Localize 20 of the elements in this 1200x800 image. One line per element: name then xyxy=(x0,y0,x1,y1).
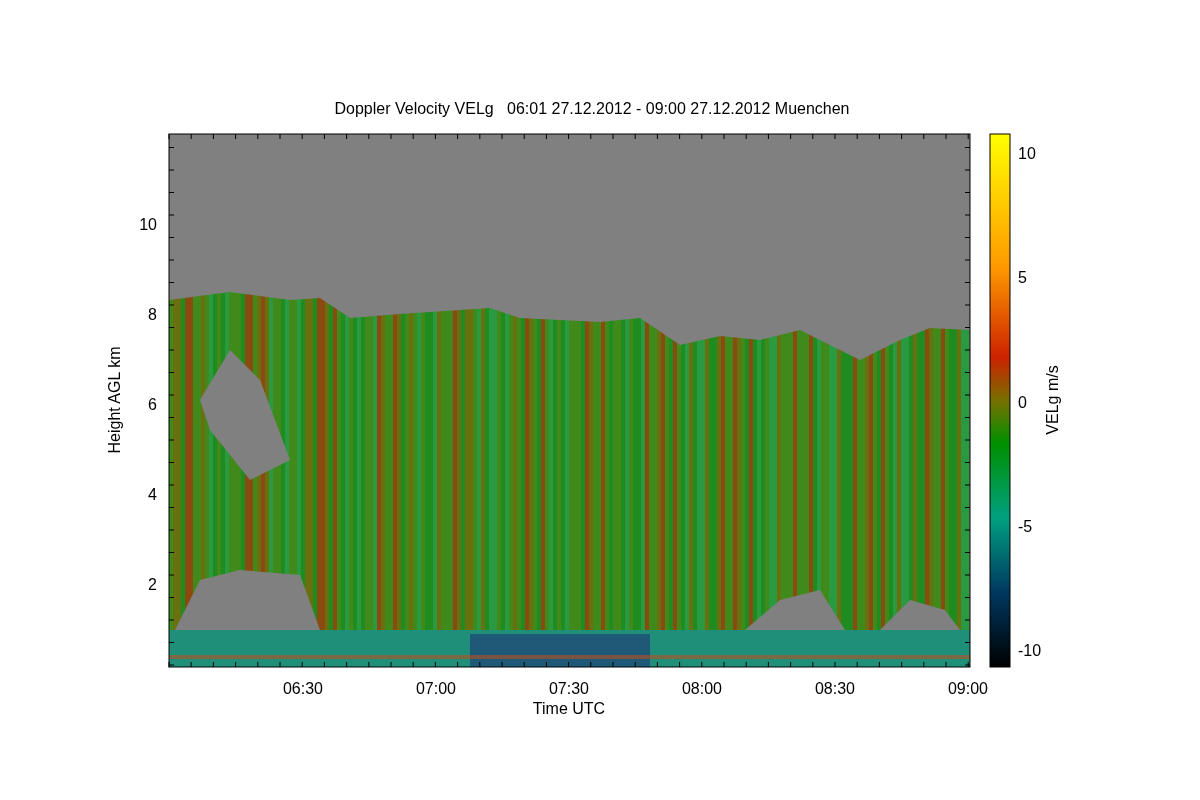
colorbar-tick-label: -10 xyxy=(1018,642,1042,659)
axis-tick-label: 6 xyxy=(148,396,157,413)
colorbar-tick-label: 10 xyxy=(1018,145,1036,162)
axis-title: Height AGL km xyxy=(106,346,123,454)
colorbar-tick-label: 0 xyxy=(1018,393,1027,411)
axis-tick-label: 09:00 xyxy=(948,680,988,697)
chart-title: Doppler Velocity VELg 06:01 27.12.2012 - 09:00 27.12.2012 Muenchen xyxy=(334,100,850,117)
colorbar-title: VELg m/s xyxy=(1044,365,1061,435)
axis-tick-label: 07:30 xyxy=(549,680,589,697)
axis-tick-label: 08:00 xyxy=(682,680,722,697)
axis-tick-label: 8 xyxy=(148,306,157,323)
axis-tick-label: 07:00 xyxy=(416,680,456,697)
axis-tick-label: 08:30 xyxy=(815,680,855,697)
axis-tick-label: 4 xyxy=(148,486,157,503)
axis-title: Time UTC xyxy=(532,700,606,717)
colorbar-tick-label: 5 xyxy=(1018,269,1027,287)
axis-tick-label: 10 xyxy=(139,216,157,233)
axis-tick-label: 2 xyxy=(148,576,157,593)
colorbar-tick-label: -5 xyxy=(1018,517,1033,535)
axis-tick-label: 06:30 xyxy=(283,680,323,697)
